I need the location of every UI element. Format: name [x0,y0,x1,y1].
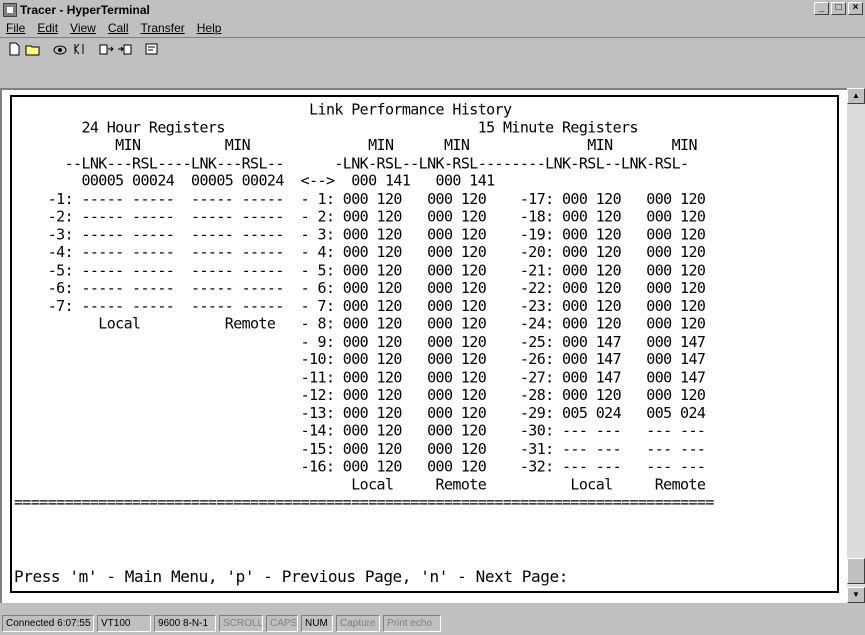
properties-icon[interactable] [142,40,161,58]
status-bar: Connected 6:07:55 VT100 9600 8-N-1 SCROL… [0,612,865,635]
terminal-line: MIN MIN MIN MIN MIN MIN [14,135,697,155]
send-icon[interactable] [96,40,115,58]
terminal-line: -10: 000 120 000 120 -26: 000 147 000 14… [14,349,706,369]
status-caps: CAPS [266,615,298,632]
status-connected: Connected 6:07:55 [2,615,94,632]
status-settings: 9600 8-N-1 [154,615,216,632]
link-performance-history: Link Performance History 24 Hour Registe… [14,99,714,512]
terminal-line: - 9: 000 120 000 120 -25: 000 147 000 14… [14,332,706,351]
terminal-line: -13: 000 120 000 120 -29: 005 024 005 02… [14,403,706,422]
terminal-line: -6: ----- ----- ----- ----- - 6: 000 120… [14,278,706,297]
connect-icon[interactable] [50,40,69,58]
terminal-line: Local Remote - 8: 000 120 000 120 -24: 0… [14,314,706,333]
new-icon[interactable] [4,40,23,58]
terminal-line: -3: ----- ----- ----- ----- - 3: 000 120… [14,224,706,244]
terminal-line: -12: 000 120 000 120 -28: 000 120 000 12… [14,385,706,404]
terminal-line: ========================================… [14,492,714,512]
scroll-thumb[interactable] [847,558,865,584]
window-title: Tracer - HyperTerminal [20,2,150,17]
terminal-line: -4: ----- ----- ----- ----- - 4: 000 120… [14,242,706,262]
status-emulation: VT100 [97,615,151,632]
terminal-prompt: Press 'm' - Main Menu, 'p' - Previous Pa… [14,567,568,586]
terminal-line: -7: ----- ----- ----- ----- - 7: 000 120… [14,296,706,315]
terminal-screen: Link Performance History 24 Hour Registe… [10,95,839,593]
terminal-line: -2: ----- ----- ----- ----- - 2: 000 120… [14,207,706,226]
menu-bar: File Edit View Call Transfer Help [0,19,865,38]
open-icon[interactable] [23,40,42,58]
scroll-down-button[interactable]: ▼ [847,587,865,603]
terminal-line: -16: 000 120 000 120 -32: --- --- --- --… [14,456,706,476]
status-capture: Capture [336,615,380,632]
status-num: NUM [301,615,333,632]
terminal-window[interactable]: Link Performance History 24 Hour Registe… [0,88,847,603]
terminal-line: Local Remote Local Remote [14,474,706,494]
window-controls: _ □ × [814,2,863,15]
toolbar [0,38,865,60]
title-bar: Tracer - HyperTerminal _ □ × [0,0,865,19]
scroll-up-button[interactable]: ▲ [847,88,865,104]
terminal-line: -11: 000 120 000 120 -27: 000 147 000 14… [14,367,706,387]
terminal-line: -15: 000 120 000 120 -31: --- --- --- --… [14,439,706,458]
status-scroll: SCROLL [219,615,263,632]
minimize-button[interactable]: _ [814,2,829,15]
menu-file[interactable]: File [0,21,31,35]
disconnect-icon[interactable] [69,40,88,58]
menu-call[interactable]: Call [102,21,135,35]
terminal-line: -14: 000 120 000 120 -30: --- --- --- --… [14,421,706,440]
menu-transfer[interactable]: Transfer [135,21,191,35]
terminal-line: -5: ----- ----- ----- ----- - 5: 000 120… [14,260,706,279]
menu-view[interactable]: View [64,21,102,35]
terminal-line: Link Performance History [14,99,512,119]
terminal-line: -1: ----- ----- ----- ----- - 1: 000 120… [14,189,706,208]
status-print-echo: Print echo [383,615,441,632]
menu-help[interactable]: Help [191,21,228,35]
close-button[interactable]: × [848,2,863,15]
maximize-button[interactable]: □ [831,2,846,15]
terminal-line: --LNK---RSL----LNK---RSL-- -LNK-RSL--LNK… [14,153,689,172]
terminal-line: 00005 00024 00005 00024 <--> 000 141 000… [14,171,495,190]
vertical-scrollbar[interactable]: ▲ ▼ [847,88,865,603]
terminal-line: 24 Hour Registers 15 Minute Registers [14,117,638,137]
hyperterminal-icon [3,2,17,17]
receive-icon[interactable] [115,40,134,58]
menu-edit[interactable]: Edit [31,21,64,35]
